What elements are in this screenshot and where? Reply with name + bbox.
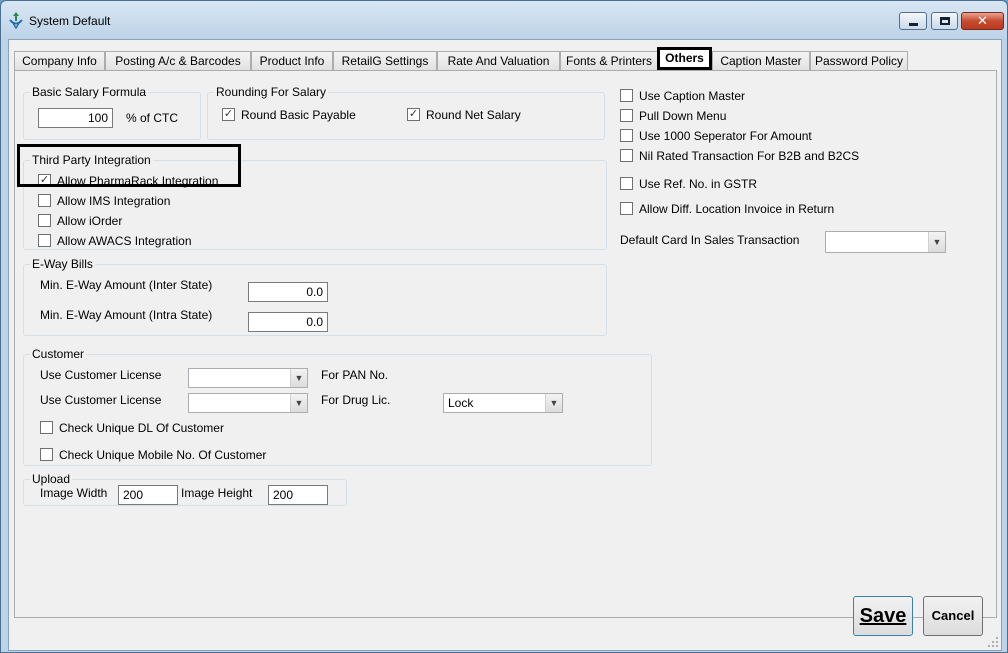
- tab-others[interactable]: Others: [657, 47, 712, 70]
- pull-down-menu-label: Pull Down Menu: [639, 109, 727, 123]
- ims-label: Allow IMS Integration: [57, 194, 171, 208]
- chevron-down-icon[interactable]: ▼: [290, 369, 307, 387]
- upload-title: Upload: [30, 472, 73, 486]
- allow-diff-location-label: Allow Diff. Location Invoice in Return: [639, 202, 835, 216]
- others-tab-panel: Basic Salary Formula 100 % of CTC Roundi…: [14, 70, 997, 618]
- app-logo-icon: [9, 12, 23, 29]
- minimize-icon: [909, 23, 918, 26]
- image-width-label: Image Width: [40, 486, 108, 500]
- title-bar[interactable]: System Default ✕: [1, 1, 1007, 39]
- basic-salary-title: Basic Salary Formula: [30, 85, 149, 99]
- round-basic-label: Round Basic Payable: [241, 108, 356, 122]
- tab-company-info[interactable]: Company Info: [14, 51, 105, 70]
- minimize-button[interactable]: [899, 12, 927, 30]
- customer-group: Customer Use Customer License ▼ For PAN …: [23, 347, 652, 466]
- tab-retailg-settings[interactable]: RetailG Settings: [333, 51, 437, 70]
- chevron-down-icon[interactable]: ▼: [290, 394, 307, 412]
- basic-salary-input[interactable]: 100: [38, 108, 113, 128]
- license-pan-select[interactable]: ▼: [188, 368, 308, 388]
- tab-product-info[interactable]: Product Info: [251, 51, 333, 70]
- awacs-checkbox[interactable]: [38, 234, 51, 247]
- license-drug-label: Use Customer License: [40, 393, 162, 407]
- basic-salary-suffix: % of CTC: [126, 111, 179, 125]
- upload-group: Upload Image Width 200 Image Height 200: [23, 472, 347, 506]
- customer-title: Customer: [30, 347, 87, 361]
- tab-password-policy[interactable]: Password Policy: [810, 51, 908, 70]
- use-caption-master-checkbox[interactable]: [620, 89, 633, 102]
- tab-posting-barcodes[interactable]: Posting A/c & Barcodes: [105, 51, 251, 70]
- use-ref-no-gstr-checkbox[interactable]: [620, 177, 633, 190]
- resize-grip-icon[interactable]: [987, 636, 999, 648]
- image-height-label: Image Height: [181, 486, 253, 500]
- close-icon: ✕: [977, 13, 988, 28]
- unique-mobile-checkbox[interactable]: [40, 448, 53, 461]
- rounding-title: Rounding For Salary: [214, 85, 329, 99]
- image-height-input[interactable]: 200: [268, 485, 328, 505]
- iorder-checkbox[interactable]: [38, 214, 51, 227]
- eway-bills-group: E-Way Bills Min. E-Way Amount (Inter Sta…: [23, 257, 607, 336]
- pharmarack-highlight-box: [17, 144, 241, 187]
- window-title: System Default: [29, 14, 111, 28]
- unique-dl-checkbox[interactable]: [40, 421, 53, 434]
- dialog-client-area: Company Info Posting A/c & Barcodes Prod…: [8, 39, 1002, 651]
- tab-caption-master[interactable]: Caption Master: [712, 51, 810, 70]
- eway-inter-input[interactable]: 0.0: [248, 282, 328, 302]
- chevron-down-icon[interactable]: ▼: [928, 232, 945, 252]
- cancel-button-label: Cancel: [931, 608, 975, 623]
- basic-salary-group: Basic Salary Formula 100 % of CTC: [23, 85, 201, 140]
- maximize-button[interactable]: [931, 12, 958, 30]
- maximize-icon: [940, 17, 950, 25]
- eway-intra-label: Min. E-Way Amount (Intra State): [40, 308, 213, 322]
- iorder-label: Allow iOrder: [57, 214, 123, 228]
- tab-rate-valuation[interactable]: Rate And Valuation: [437, 51, 560, 70]
- ims-checkbox[interactable]: [38, 194, 51, 207]
- pull-down-menu-checkbox[interactable]: [620, 109, 633, 122]
- license-pan-suffix: For PAN No.: [321, 368, 389, 382]
- drug-lock-value: Lock: [448, 396, 474, 410]
- save-button[interactable]: Save: [853, 596, 913, 636]
- eway-intra-input[interactable]: 0.0: [248, 312, 328, 332]
- default-card-select[interactable]: ▼: [825, 231, 946, 253]
- round-net-checkbox[interactable]: ✓: [407, 108, 420, 121]
- unique-mobile-label: Check Unique Mobile No. Of Customer: [59, 448, 267, 462]
- use-ref-no-gstr-label: Use Ref. No. in GSTR: [639, 177, 758, 191]
- image-width-input[interactable]: 200: [118, 485, 178, 505]
- rounding-group: Rounding For Salary ✓ Round Basic Payabl…: [207, 85, 605, 140]
- tab-fonts-printers[interactable]: Fonts & Printers: [560, 51, 658, 70]
- use-1000-separator-label: Use 1000 Seperator For Amount: [639, 129, 812, 143]
- round-net-label: Round Net Salary: [426, 108, 521, 122]
- license-drug-suffix: For Drug Lic.: [321, 393, 391, 407]
- save-button-label: Save: [859, 605, 907, 627]
- use-1000-separator-checkbox[interactable]: [620, 129, 633, 142]
- round-basic-checkbox[interactable]: ✓: [222, 108, 235, 121]
- nil-rated-label: Nil Rated Transaction For B2B and B2CS: [639, 149, 860, 163]
- license-pan-label: Use Customer License: [40, 368, 162, 382]
- eway-bills-title: E-Way Bills: [30, 257, 95, 271]
- awacs-label: Allow AWACS Integration: [57, 234, 192, 248]
- cancel-button[interactable]: Cancel: [923, 596, 983, 636]
- eway-inter-label: Min. E-Way Amount (Inter State): [40, 278, 213, 292]
- use-caption-master-label: Use Caption Master: [639, 89, 746, 103]
- license-drug-select[interactable]: ▼: [188, 393, 308, 413]
- close-button[interactable]: ✕: [961, 12, 1004, 30]
- allow-diff-location-checkbox[interactable]: [620, 202, 633, 215]
- nil-rated-checkbox[interactable]: [620, 149, 633, 162]
- chevron-down-icon[interactable]: ▼: [545, 394, 562, 412]
- system-default-window: System Default ✕ Company Info Posting A/…: [0, 0, 1008, 653]
- unique-dl-label: Check Unique DL Of Customer: [59, 421, 224, 435]
- drug-lock-select[interactable]: Lock ▼: [443, 393, 563, 413]
- default-card-label: Default Card In Sales Transaction: [620, 233, 800, 247]
